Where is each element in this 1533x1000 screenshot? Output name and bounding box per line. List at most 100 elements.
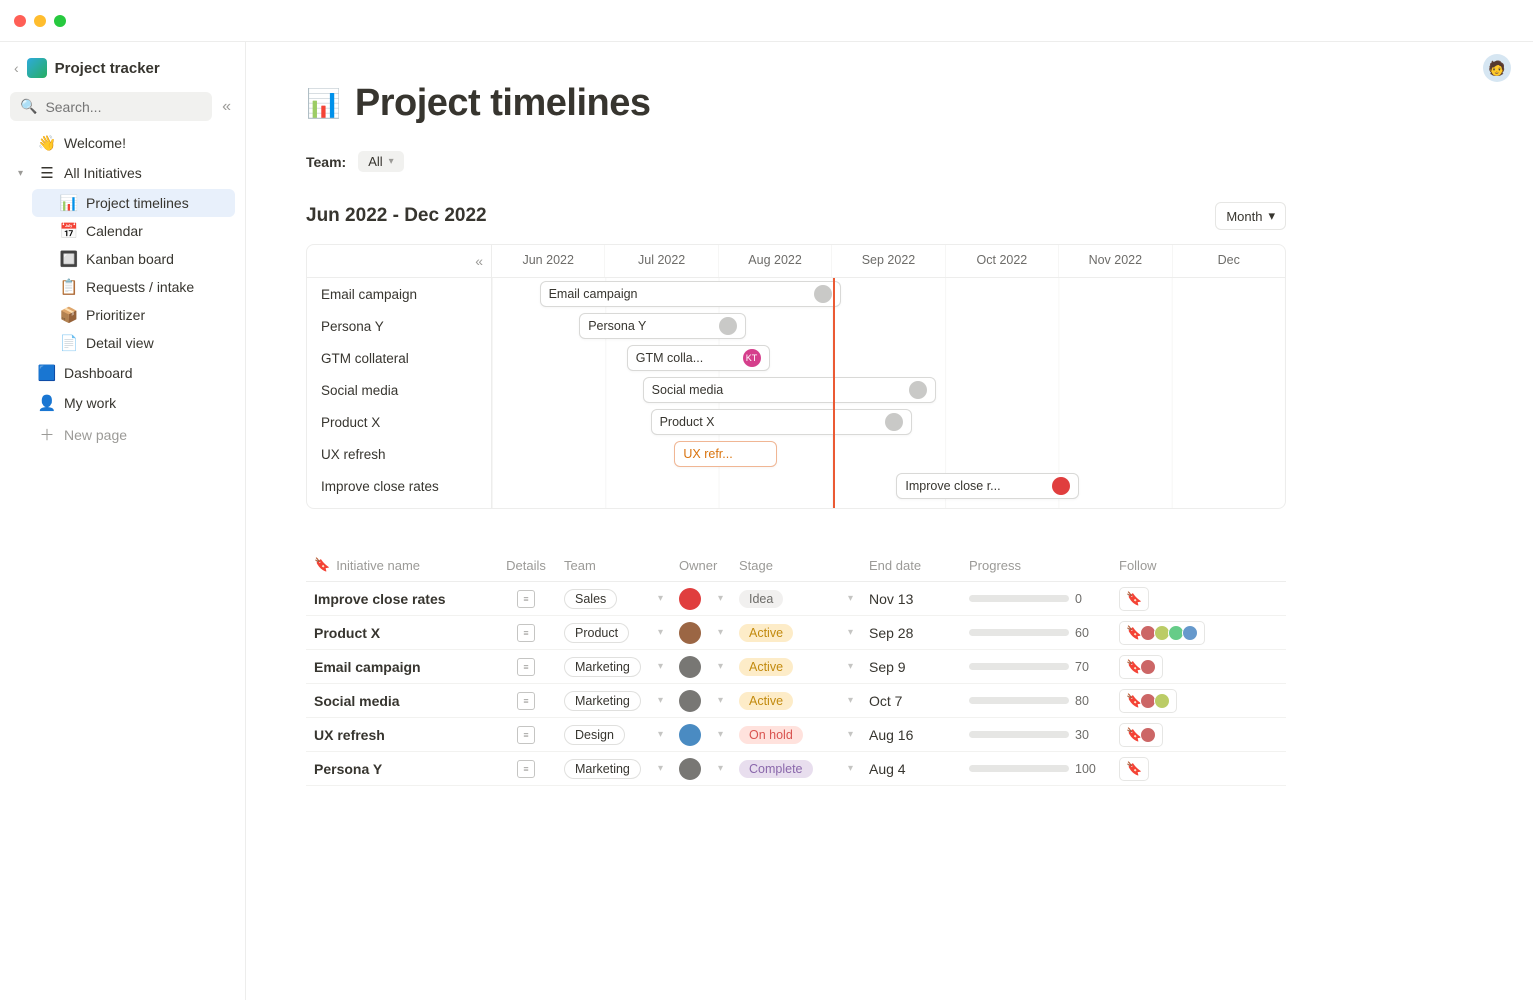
sidebar-nav: 👋 Welcome! ▾ ☰ All Initiatives 📊Project … xyxy=(10,129,235,450)
sidebar-item-dashboard[interactable]: 🟦 Dashboard xyxy=(10,359,235,387)
follow-button[interactable]: 🔖 xyxy=(1119,621,1205,645)
team-chip[interactable]: Marketing xyxy=(564,657,641,677)
close-window-icon[interactable] xyxy=(14,15,26,27)
stage-chip[interactable]: Idea xyxy=(739,590,783,608)
sidebar-item-all-initiatives[interactable]: ▾ ☰ All Initiatives xyxy=(10,159,235,187)
chevron-down-icon[interactable]: ▾ xyxy=(848,763,853,774)
table-row[interactable]: Social media≡Marketing▾▾Active▾Oct 780🔖 xyxy=(306,684,1286,718)
table-row[interactable]: Product X≡Product▾▾Active▾Sep 2860🔖 xyxy=(306,616,1286,650)
table-row[interactable]: Persona Y≡Marketing▾▾Complete▾Aug 4100🔖 xyxy=(306,752,1286,786)
gantt-bar[interactable]: Product X xyxy=(651,409,913,435)
follow-button[interactable]: 🔖 xyxy=(1119,723,1163,747)
chevron-down-icon[interactable]: ▾ xyxy=(658,763,663,774)
collapse-gantt-icon[interactable]: « xyxy=(475,253,483,269)
minimize-window-icon[interactable] xyxy=(34,15,46,27)
chevron-down-icon[interactable]: ▾ xyxy=(718,627,723,638)
sidebar-item-calendar[interactable]: 📅Calendar xyxy=(32,217,235,245)
gantt-bar[interactable]: Social media xyxy=(643,377,936,403)
chevron-down-icon[interactable]: ▾ xyxy=(718,661,723,672)
chevron-down-icon[interactable]: ▾ xyxy=(658,593,663,604)
owner-avatar[interactable] xyxy=(679,656,701,678)
gantt-bar[interactable]: Email campaign xyxy=(540,281,841,307)
sidebar-item-requests-intake[interactable]: 📋Requests / intake xyxy=(32,273,235,301)
owner-avatar[interactable] xyxy=(679,588,701,610)
gantt-bar[interactable]: Persona Y xyxy=(579,313,746,339)
stage-chip[interactable]: Active xyxy=(739,692,793,710)
chevron-down-icon[interactable]: ▾ xyxy=(718,695,723,706)
th-name: Initiative name xyxy=(336,558,420,573)
chevron-down-icon[interactable]: ▾ xyxy=(718,593,723,604)
sidebar-item-project-timelines[interactable]: 📊Project timelines xyxy=(32,189,235,217)
follow-button[interactable]: 🔖 xyxy=(1119,757,1149,781)
team-chip[interactable]: Marketing xyxy=(564,759,641,779)
owner-avatar[interactable] xyxy=(679,724,701,746)
follow-button[interactable]: 🔖 xyxy=(1119,587,1149,611)
details-icon[interactable]: ≡ xyxy=(517,692,535,710)
stage-chip[interactable]: On hold xyxy=(739,726,803,744)
sidebar-item-kanban-board[interactable]: 🔲Kanban board xyxy=(32,245,235,273)
gantt-bar[interactable]: GTM colla...KT xyxy=(627,345,770,371)
details-icon[interactable]: ≡ xyxy=(517,658,535,676)
table-row[interactable]: UX refresh≡Design▾▾On hold▾Aug 1630🔖 xyxy=(306,718,1286,752)
team-chip[interactable]: Design xyxy=(564,725,625,745)
progress-bar xyxy=(969,697,1069,704)
sidebar-item-welcome[interactable]: 👋 Welcome! xyxy=(10,129,235,157)
sidebar-label: Requests / intake xyxy=(86,279,194,295)
details-icon[interactable]: ≡ xyxy=(517,726,535,744)
sidebar-label: Prioritizer xyxy=(86,307,145,323)
details-icon[interactable]: ≡ xyxy=(517,590,535,608)
stage-chip[interactable]: Active xyxy=(739,658,793,676)
chevron-down-icon[interactable]: ▾ xyxy=(718,763,723,774)
chevron-down-icon[interactable]: ▾ xyxy=(848,729,853,740)
sidebar-item-detail-view[interactable]: 📄Detail view xyxy=(32,329,235,357)
maximize-window-icon[interactable] xyxy=(54,15,66,27)
chevron-down-icon[interactable]: ▾ xyxy=(658,695,663,706)
page-icon: 📅 xyxy=(60,222,78,240)
stage-chip[interactable]: Complete xyxy=(739,760,813,778)
team-value: All xyxy=(368,154,382,169)
sidebar-item-newpage[interactable]: ＋ New page xyxy=(10,419,235,450)
search-input-wrapper[interactable]: 🔍 xyxy=(10,92,212,121)
user-avatar[interactable]: 🧑 xyxy=(1483,54,1511,82)
chevron-down-icon[interactable]: ▾ xyxy=(718,729,723,740)
chevron-down-icon[interactable]: ▾ xyxy=(658,729,663,740)
team-chip[interactable]: Sales xyxy=(564,589,617,609)
owner-avatar[interactable] xyxy=(679,690,701,712)
gantt-row-label: Social media xyxy=(307,374,491,406)
sidebar-item-prioritizer[interactable]: 📦Prioritizer xyxy=(32,301,235,329)
stage-chip[interactable]: Active xyxy=(739,624,793,642)
progress-value: 70 xyxy=(1075,660,1089,674)
gantt-bar[interactable]: Improve close r... xyxy=(896,473,1078,499)
gantt-row-label: Persona Y xyxy=(307,310,491,342)
sidebar-item-mywork[interactable]: 👤 My work xyxy=(10,389,235,417)
search-input[interactable] xyxy=(45,99,202,115)
table-row[interactable]: Improve close rates≡Sales▾▾Idea▾Nov 130🔖 xyxy=(306,582,1286,616)
follow-button[interactable]: 🔖 xyxy=(1119,655,1163,679)
table-row[interactable]: Email campaign≡Marketing▾▾Active▾Sep 970… xyxy=(306,650,1286,684)
gantt-bar[interactable]: UX refr... xyxy=(674,441,777,467)
chevron-down-icon[interactable]: ▾ xyxy=(848,627,853,638)
plus-icon: ＋ xyxy=(38,424,56,445)
follow-button[interactable]: 🔖 xyxy=(1119,689,1177,713)
team-chip[interactable]: Product xyxy=(564,623,629,643)
back-icon[interactable]: ‹ xyxy=(14,60,19,76)
team-select[interactable]: All ▾ xyxy=(358,151,403,172)
chevron-down-icon[interactable]: ▾ xyxy=(848,695,853,706)
progress-bar xyxy=(969,595,1069,602)
gantt-row-label: UX refresh xyxy=(307,438,491,470)
window-titlebar xyxy=(0,0,1533,42)
chevron-down-icon[interactable]: ▾ xyxy=(848,661,853,672)
chevron-down-icon[interactable]: ▾ xyxy=(848,593,853,604)
collapse-sidebar-icon[interactable]: « xyxy=(218,94,235,120)
scale-select[interactable]: Month ▾ xyxy=(1215,202,1286,230)
end-date: Sep 28 xyxy=(869,625,913,641)
chevron-down-icon[interactable]: ▾ xyxy=(658,661,663,672)
owner-avatar[interactable] xyxy=(679,622,701,644)
gantt-row-label: GTM collateral xyxy=(307,342,491,374)
details-icon[interactable]: ≡ xyxy=(517,760,535,778)
owner-avatar[interactable] xyxy=(679,758,701,780)
details-icon[interactable]: ≡ xyxy=(517,624,535,642)
chevron-down-icon[interactable]: ▾ xyxy=(658,627,663,638)
chevron-down-icon[interactable]: ▾ xyxy=(18,168,30,179)
team-chip[interactable]: Marketing xyxy=(564,691,641,711)
